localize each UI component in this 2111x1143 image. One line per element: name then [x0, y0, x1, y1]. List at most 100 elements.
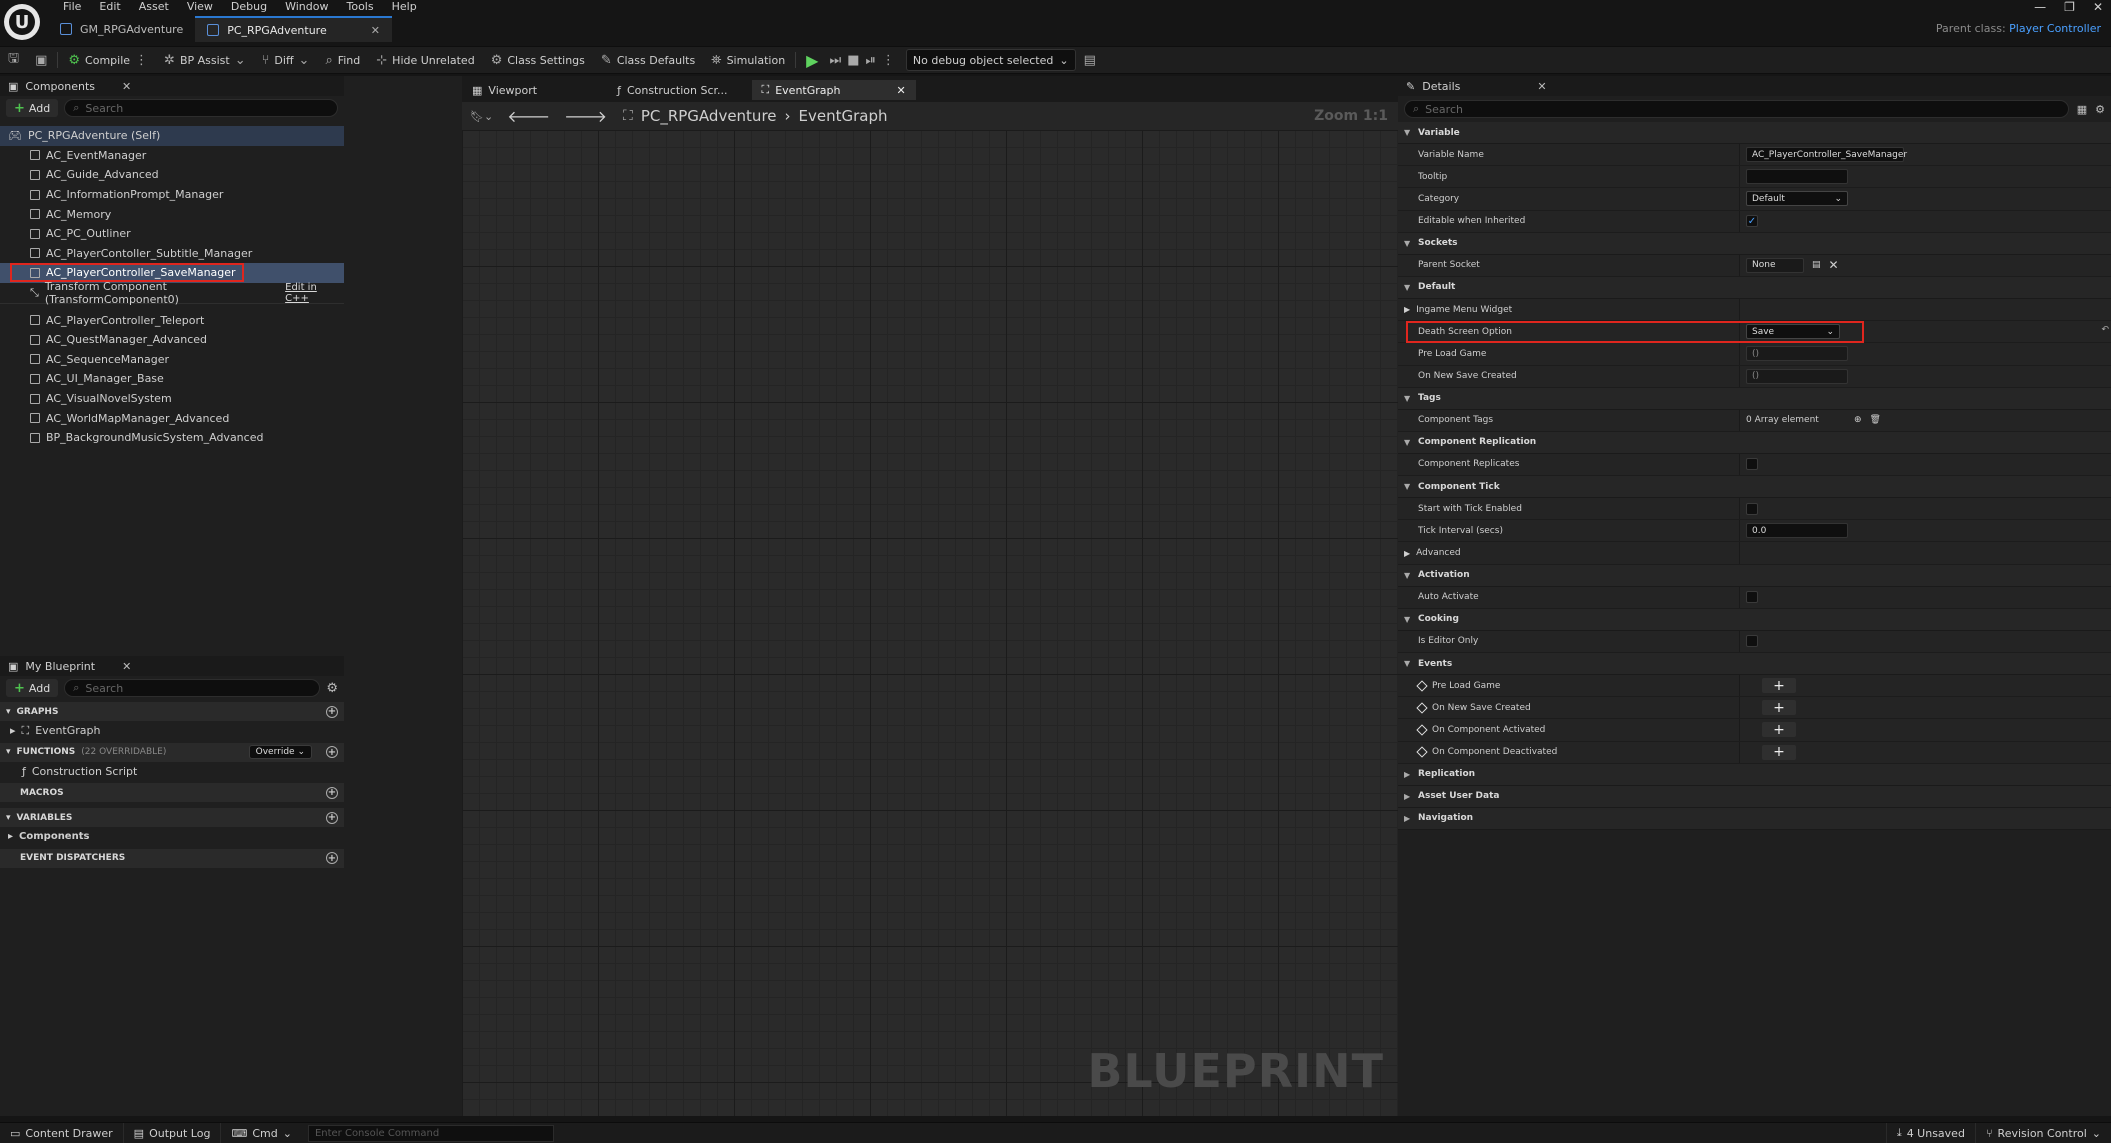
tooltip-field[interactable]: [1746, 169, 1848, 185]
event-graph-canvas[interactable]: BLUEPRINT: [462, 102, 1398, 1116]
event-dispatchers-section[interactable]: EVENT DISPATCHERS +: [0, 848, 344, 868]
category-tags[interactable]: ▼ Tags: [1398, 387, 2111, 410]
row-ingame-menu[interactable]: ▶ Ingame Menu Widget: [1398, 298, 2111, 322]
macros-section[interactable]: MACROS +: [0, 783, 344, 803]
add-function-icon[interactable]: +: [326, 746, 338, 759]
unreal-logo-icon[interactable]: U: [4, 4, 40, 40]
variables-section[interactable]: ▾ VARIABLES +: [0, 808, 344, 828]
minimize-icon[interactable]: —: [2034, 0, 2046, 14]
debug-browse-button[interactable]: ▤: [1076, 46, 1104, 74]
category-asset-user-data[interactable]: ▶ Asset User Data: [1398, 785, 2111, 808]
menu-asset[interactable]: Asset: [130, 0, 178, 14]
category-default[interactable]: ▼ Default: [1398, 276, 2111, 299]
bookmark-icon[interactable]: 🔖︎⌄: [470, 110, 493, 123]
pre-load-field[interactable]: (): [1746, 346, 1848, 362]
browse-icon[interactable]: ▤: [1812, 260, 1821, 270]
restore-icon[interactable]: ❐: [2064, 0, 2075, 14]
edit-in-cpp-link[interactable]: Edit in C++: [285, 282, 338, 304]
tree-item[interactable]: AC_Guide_Advanced: [0, 165, 344, 185]
doc-tab-gm-rpgadventure[interactable]: GM_RPGAdventure: [48, 16, 195, 42]
class-settings-button[interactable]: ⚙ Class Settings: [483, 46, 593, 74]
details-search[interactable]: ⌕ Search: [1404, 100, 2069, 118]
components-tab[interactable]: ▣ Components ✕: [0, 76, 344, 96]
graphs-section[interactable]: ▾ GRAPHS +: [0, 702, 344, 721]
override-dropdown[interactable]: Override ⌄: [248, 745, 312, 760]
eject-button[interactable]: ⏯: [862, 46, 878, 74]
category-replication[interactable]: ▶ Replication: [1398, 763, 2111, 786]
close-icon[interactable]: ✕: [1537, 80, 1546, 93]
add-component-button[interactable]: + Add: [6, 99, 59, 117]
add-event-button[interactable]: +: [1762, 744, 1796, 760]
tree-item[interactable]: AC_Memory: [0, 204, 344, 224]
parent-socket-field[interactable]: None: [1746, 257, 1804, 273]
construction-script-item[interactable]: ƒ Construction Script: [0, 762, 344, 782]
variable-name-field[interactable]: AC_PlayerController_SaveManager: [1746, 147, 1907, 163]
close-icon[interactable]: ✕: [122, 660, 131, 673]
browse-button[interactable]: ▣: [27, 46, 55, 74]
menu-tools[interactable]: Tools: [337, 0, 382, 14]
close-icon[interactable]: ✕: [371, 24, 380, 37]
clear-icon[interactable]: ✕: [1829, 258, 1839, 272]
event-graph-item[interactable]: ▸ ⛶ EventGraph: [0, 721, 344, 741]
close-icon[interactable]: ✕: [896, 84, 905, 97]
tree-item[interactable]: AC_SequenceManager: [0, 350, 344, 370]
menu-view[interactable]: View: [178, 0, 222, 14]
category-navigation[interactable]: ▶ Navigation: [1398, 807, 2111, 830]
menu-edit[interactable]: Edit: [90, 0, 129, 14]
components-search[interactable]: ⌕ Search: [64, 99, 338, 117]
add-variable-icon[interactable]: +: [326, 811, 338, 824]
components-category[interactable]: ▸ Components: [0, 827, 344, 847]
add-graph-icon[interactable]: +: [326, 705, 338, 718]
doc-tab-pc-rpgadventure[interactable]: PC_RPGAdventure ✕: [195, 16, 392, 42]
tick-interval-field[interactable]: 0.0: [1746, 523, 1848, 539]
on-new-save-field[interactable]: (): [1746, 368, 1848, 384]
save-button[interactable]: 🖫: [0, 46, 27, 74]
menu-file[interactable]: File: [54, 0, 90, 14]
tree-item[interactable]: AC_PC_Outliner: [0, 224, 344, 244]
tree-root[interactable]: 🎮︎ PC_RPGAdventure (Self): [0, 126, 344, 146]
find-button[interactable]: ⌕ Find: [317, 46, 368, 74]
editable-checkbox[interactable]: ✓: [1746, 215, 1758, 228]
category-activation[interactable]: ▼ Activation: [1398, 564, 2111, 587]
close-window-icon[interactable]: ✕: [2093, 0, 2103, 14]
category-variable[interactable]: ▼ Variable: [1398, 122, 2111, 144]
add-macro-icon[interactable]: +: [326, 786, 338, 799]
add-element-icon[interactable]: ⊕: [1854, 415, 1862, 425]
category-cooking[interactable]: ▼ Cooking: [1398, 608, 2111, 631]
tree-item[interactable]: AC_InformationPrompt_Manager: [0, 185, 344, 205]
parent-class-link[interactable]: Player Controller: [2009, 22, 2101, 35]
hide-unrelated-button[interactable]: ⊹ Hide Unrelated: [368, 46, 482, 74]
category-sockets[interactable]: ▼ Sockets: [1398, 232, 2111, 255]
start-tick-checkbox[interactable]: [1746, 502, 1758, 515]
play-button[interactable]: ▶: [798, 46, 826, 74]
replicates-checkbox[interactable]: [1746, 458, 1758, 471]
menu-window[interactable]: Window: [276, 0, 337, 14]
diff-button[interactable]: ⑂ Diff ⌄: [254, 46, 318, 74]
tree-item[interactable]: AC_EventManager: [0, 146, 344, 166]
menu-help[interactable]: Help: [383, 0, 426, 14]
add-dispatcher-icon[interactable]: +: [326, 852, 338, 865]
tab-construction-script[interactable]: ƒ Construction Scr...: [607, 80, 737, 100]
breadcrumb-root[interactable]: PC_RPGAdventure: [641, 107, 777, 125]
menu-debug[interactable]: Debug: [222, 0, 276, 14]
console-input[interactable]: Enter Console Command: [307, 1124, 554, 1142]
close-icon[interactable]: ✕: [122, 80, 131, 93]
tree-item[interactable]: AC_WorldMapManager_Advanced: [0, 408, 344, 428]
details-tab[interactable]: ✎ Details ✕: [1398, 76, 2111, 96]
my-blueprint-search[interactable]: ⌕ Search: [64, 679, 321, 697]
auto-activate-checkbox[interactable]: [1746, 591, 1758, 604]
stop-button[interactable]: ■: [844, 46, 862, 74]
category-events[interactable]: ▼ Events: [1398, 653, 2111, 675]
debug-object-select[interactable]: No debug object selected ⌄: [905, 49, 1076, 71]
gear-icon[interactable]: ⚙: [2095, 103, 2105, 116]
add-member-button[interactable]: + Add: [6, 679, 59, 697]
tree-item[interactable]: AC_UI_Manager_Base: [0, 369, 344, 389]
step-button[interactable]: ⏭: [826, 46, 844, 74]
tree-item[interactable]: AC_VisualNovelSystem: [0, 389, 344, 409]
add-event-button[interactable]: +: [1762, 700, 1796, 716]
compile-button[interactable]: ⚙ Compile ⋮: [60, 46, 156, 74]
tree-item[interactable]: BP_BackgroundMusicSystem_Advanced: [0, 428, 344, 448]
tree-item[interactable]: AC_PlayerController_Teleport: [0, 310, 344, 330]
gear-icon[interactable]: ⚙: [326, 681, 338, 696]
tab-event-graph[interactable]: ⛶ EventGraph ✕: [751, 80, 916, 100]
